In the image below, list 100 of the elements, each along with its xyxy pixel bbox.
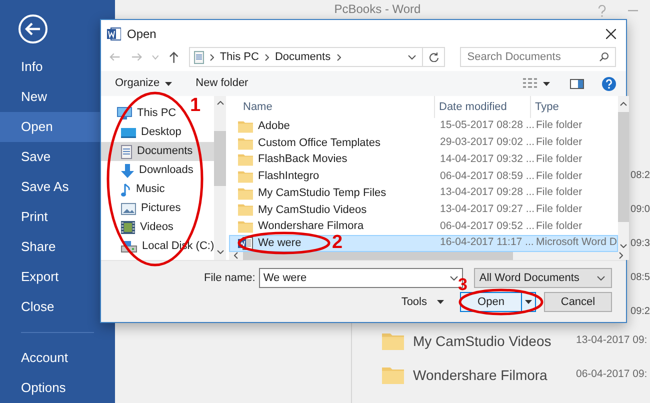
date-text: 13-04-2017 09: <box>576 333 648 348</box>
date-text: 09:0 <box>630 203 650 217</box>
type-text: File folder <box>535 185 584 200</box>
type-text: File folder <box>535 218 584 234</box>
date-text: 08:5 <box>630 271 650 285</box>
address-bar[interactable]: This PC Documents <box>188 47 446 67</box>
chevron-right-icon[interactable] <box>618 252 623 260</box>
scrollbar[interactable] <box>214 96 226 260</box>
preview-pane-icon[interactable] <box>570 78 584 88</box>
caret-icon[interactable] <box>543 82 550 86</box>
file-row[interactable]: Adobe 15-05-2017 08:28 ...File folder <box>229 118 618 135</box>
scrollbar-thumb[interactable] <box>214 131 226 186</box>
new-folder-button[interactable]: New folder <box>196 75 248 92</box>
date-text: 06-04-2017 09: <box>576 367 648 382</box>
nav-item[interactable]: Videos <box>101 218 178 237</box>
caret-icon <box>164 82 172 86</box>
chevron-down-icon[interactable] <box>620 244 627 248</box>
search-icon <box>599 52 610 62</box>
file-row[interactable]: We were 2 16-04-2017 11:17 ... Microsoft Word D <box>229 234 618 252</box>
file-type-dropdown[interactable]: All Word Documents <box>474 268 612 288</box>
date-text: 13-04-2017 09:27 ... <box>439 202 532 217</box>
date-text: 06-04-2017 08:59 ... <box>439 168 532 184</box>
date-text: 15-05-2017 08:28 ... <box>439 118 532 134</box>
refresh-icon[interactable] <box>429 52 440 62</box>
file-name[interactable]: Wondershare Filmora <box>413 364 576 386</box>
caret-icon <box>525 300 532 304</box>
caret-icon <box>437 300 444 304</box>
down-arrow-icon <box>121 164 134 178</box>
column-header[interactable]: Date modified <box>435 96 531 118</box>
breadcrumb-item[interactable]: This PC <box>220 48 259 66</box>
type-text: File folder <box>535 135 584 150</box>
date-text: 06-04-2017 09:52 ... <box>439 218 532 234</box>
file-row[interactable]: Custom Office Templates 29-03-2017 09:02 ...File folder <box>229 134 618 152</box>
file-row[interactable]: FlashIntegro 06-04-2017 08:59 ...File folder <box>229 168 618 185</box>
nav-item[interactable]: Documents <box>101 142 214 161</box>
type-text: File folder <box>535 152 584 167</box>
type-text: File folder <box>535 118 584 134</box>
chevron-down-icon <box>597 276 605 280</box>
word-document-icon <box>238 236 253 250</box>
help-icon[interactable] <box>602 76 616 90</box>
chevron-down-icon[interactable] <box>450 276 458 280</box>
chevron-left-icon[interactable] <box>234 252 238 260</box>
date-text: 14-04-2017 09:32 ... <box>439 152 532 167</box>
date-text: 13-04-2017 09:28 ... <box>439 185 532 200</box>
music-note-icon <box>121 182 131 196</box>
file-name: We were <box>258 236 302 251</box>
chevron-up-icon[interactable] <box>620 102 627 106</box>
file-name[interactable]: My CamStudio Videos <box>413 330 576 352</box>
date-text: 08:2 <box>630 169 650 183</box>
chevron-down-icon[interactable] <box>216 250 224 254</box>
file-name: FlashBack Movies <box>258 152 348 168</box>
file-name: FlashIntegro <box>258 169 320 184</box>
file-row[interactable]: My CamStudio Temp Files 13-04-2017 09:28 ...File folder <box>229 184 618 202</box>
date-text: 29-03-2017 09:02 ... <box>439 135 532 150</box>
view-options-icon[interactable] <box>523 78 537 89</box>
folder-icon <box>238 186 253 200</box>
column-header[interactable]: Type <box>531 96 618 118</box>
type-text: File folder <box>535 168 584 184</box>
nav-item[interactable]: Music <box>101 180 169 199</box>
folder-icon <box>238 220 253 233</box>
annotation-number: 1 <box>190 94 201 118</box>
menu-item[interactable]: Account <box>0 343 115 373</box>
scrollbar-thumb[interactable] <box>618 112 629 222</box>
folder-icon <box>238 120 253 133</box>
document-icon <box>121 144 132 158</box>
file-name: Adobe <box>258 119 290 134</box>
file-name: My CamStudio Videos <box>258 202 367 218</box>
chevron-down-icon[interactable] <box>408 54 416 60</box>
cancel-button[interactable]: Cancel <box>544 292 612 312</box>
type-text: File folder <box>535 202 584 217</box>
date-text: 16-04-2017 11:17 ... <box>439 235 532 250</box>
menu-item[interactable]: Options <box>0 373 115 403</box>
file-row[interactable]: FlashBack Movies 14-04-2017 09:32 ...File folder <box>229 151 618 168</box>
nav-item[interactable]: Downloads <box>101 161 198 180</box>
folder-icon <box>238 136 253 150</box>
up-arrow-icon[interactable] <box>169 51 179 63</box>
tools-button[interactable]: Tools <box>401 294 444 310</box>
word-document-icon <box>107 27 121 41</box>
picture-icon <box>121 202 136 214</box>
scrollbar[interactable] <box>618 96 629 252</box>
search-field[interactable]: Search Documents <box>460 47 616 67</box>
date-text: 09:3 <box>630 237 650 251</box>
nav-item[interactable]: Pictures <box>101 199 185 218</box>
folder-icon <box>238 170 253 183</box>
close-icon[interactable] <box>606 29 616 39</box>
document-icon <box>194 50 204 64</box>
file-row[interactable]: My CamStudio Videos 13-04-2017 09:27 ...File folder <box>229 201 618 218</box>
breadcrumb-item[interactable]: Documents <box>274 48 331 66</box>
folder-icon <box>382 366 404 384</box>
file-name-label: File name: <box>204 270 256 286</box>
file-name: Custom Office Templates <box>258 136 380 151</box>
folder-icon <box>238 203 253 216</box>
chevron-up-icon[interactable] <box>216 101 224 105</box>
dialog-title: Open <box>127 26 156 43</box>
organize-button[interactable]: Organize <box>115 75 172 92</box>
film-icon <box>121 221 135 234</box>
file-name: My CamStudio Temp Files <box>258 186 386 201</box>
window-title: PcBooks - Word <box>334 3 421 16</box>
column-header[interactable]: Name <box>229 96 435 118</box>
file-name: Wondershare Filmora <box>258 219 364 234</box>
